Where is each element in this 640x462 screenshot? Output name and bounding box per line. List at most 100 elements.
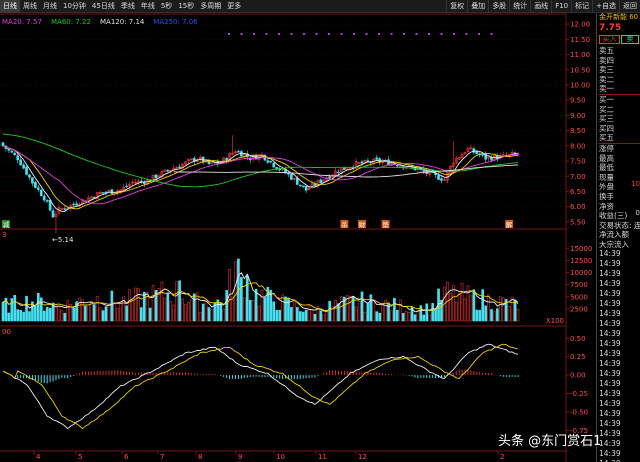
period-tab-10[interactable]: 更多: [224, 0, 244, 13]
period-tab-7[interactable]: 5秒: [158, 0, 175, 13]
volume-bar: [448, 293, 452, 322]
volume-bar: [425, 303, 429, 322]
toolbar-action-5[interactable]: F10: [551, 0, 571, 13]
panel-row: 最高: [599, 153, 614, 163]
toolbar-action-7[interactable]: +自选: [592, 0, 619, 13]
tick-time: 14:39: [599, 319, 621, 328]
panel-row: 净资: [599, 201, 614, 211]
x-tick-label: 7: [160, 453, 164, 461]
volume-bar: [113, 302, 117, 322]
tick-time: 14:39: [599, 389, 621, 398]
watermark: 头条 @东门赏石1: [498, 434, 602, 449]
volume-bar: [78, 297, 81, 322]
toolbar-action-4[interactable]: 画线: [530, 0, 551, 13]
candle: [440, 178, 443, 181]
volume-bar: [10, 298, 14, 322]
volume-tick-label: 2500: [570, 305, 588, 313]
period-tab-1[interactable]: 周线: [20, 0, 40, 13]
volume-bar: [431, 303, 434, 322]
toolbar-action-6[interactable]: 标记: [571, 0, 592, 13]
tick-list: 14:39 14:39 14:39 14:39 14:39 14:39 14:39 14:39…: [599, 249, 640, 462]
volume-bar: [496, 308, 499, 322]
volume-bar: [434, 308, 437, 322]
volume-bar: [13, 294, 17, 322]
candle: [16, 155, 20, 161]
stock-chart[interactable]: 12.00 11.50 11.00 10.50 10.00 9.50 9.00 8.50 8.0…: [0, 13, 596, 462]
period-tab-6[interactable]: 年线: [138, 0, 158, 13]
period-tab-8[interactable]: 15秒: [175, 0, 197, 13]
tick-time: 14:39: [599, 409, 621, 418]
period-tab-5[interactable]: 季线: [118, 0, 138, 13]
panel-row: 买三: [599, 114, 614, 124]
price-tick-label: 7.00: [570, 173, 586, 181]
panel-row: 卖二: [599, 74, 614, 84]
panel-row: 买一: [599, 93, 640, 105]
volume-bar: [134, 287, 137, 322]
volume-bar: [131, 300, 134, 322]
panel-row: 交易状态: 连: [599, 220, 640, 230]
volume-bar: [87, 304, 90, 322]
sell-button[interactable]: 卖: [621, 35, 639, 44]
ma-legend-item: MA250: 7.06: [153, 18, 198, 26]
candle: [42, 195, 46, 201]
volume-bar: [398, 299, 402, 322]
event-marker-label: 减: [3, 220, 10, 229]
volume-bar: [337, 303, 340, 322]
ma-legend-item: MA20: 7.57: [2, 18, 42, 26]
candle: [178, 166, 181, 168]
volume-bar: [322, 314, 326, 322]
volume-bar: [66, 300, 70, 322]
volume-bar: [192, 293, 196, 322]
tick-time: 14:39: [599, 429, 621, 438]
candle: [154, 174, 158, 179]
volume-bar: [325, 310, 329, 322]
volume-bar: [169, 301, 173, 322]
candle: [34, 181, 37, 188]
candle: [39, 189, 43, 197]
candle: [75, 203, 78, 206]
toolbar-action-1[interactable]: 叠加: [467, 0, 488, 13]
volume-bar: [63, 313, 67, 322]
volume-bar: [39, 297, 43, 322]
buy-button[interactable]: 买入: [599, 35, 620, 44]
volume-bar: [225, 290, 228, 322]
signal-dot: [440, 33, 443, 35]
volume-bar: [57, 306, 61, 322]
period-tab-9[interactable]: 多周期: [197, 0, 224, 13]
volume-bar: [487, 294, 490, 322]
candle: [481, 154, 485, 156]
toolbar-action-0[interactable]: 复权: [446, 0, 467, 13]
volume-bar: [396, 310, 399, 322]
price-tick-label: 6.50: [570, 188, 586, 196]
volume-bar: [142, 291, 146, 322]
x-tick-label: 11: [318, 453, 327, 461]
candle: [437, 175, 440, 180]
volume-bar: [207, 307, 211, 322]
period-tab-3[interactable]: 10分钟: [60, 0, 89, 13]
candle: [19, 159, 22, 166]
candle: [375, 157, 379, 160]
volume-bar: [478, 309, 482, 322]
period-tab-0[interactable]: 日线: [0, 0, 20, 13]
volume-bar: [413, 314, 417, 322]
volume-bar: [7, 312, 11, 322]
toolbar-action-8[interactable]: 返回: [619, 0, 640, 13]
volume-bar: [422, 314, 426, 322]
toolbar-action-3[interactable]: 统计: [509, 0, 530, 13]
volume-bar: [401, 312, 405, 322]
candle: [25, 166, 28, 175]
volume-bar: [84, 305, 87, 322]
candle: [237, 151, 240, 153]
volume-bar: [501, 297, 505, 322]
volume-bar: [231, 296, 234, 322]
signal-dot: [290, 33, 293, 35]
candle: [22, 164, 25, 169]
candle: [295, 178, 299, 185]
toolbar-action-2[interactable]: 多股: [488, 0, 509, 13]
volume-bar: [263, 297, 267, 322]
candle: [51, 210, 55, 218]
panel-row: 净流入额: [599, 230, 629, 240]
x-tick-label: 9: [238, 453, 242, 461]
period-tab-2[interactable]: 月线: [40, 0, 60, 13]
period-tab-4[interactable]: 45日线: [89, 0, 118, 13]
